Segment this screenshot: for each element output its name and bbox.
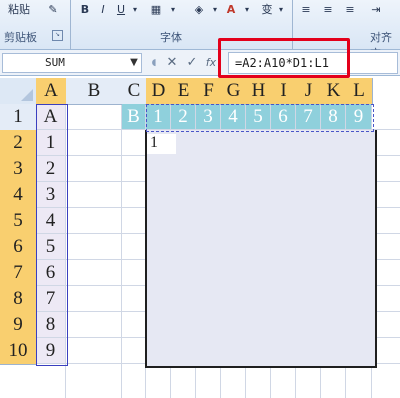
column-header-l[interactable]: L xyxy=(346,78,373,105)
column-header-f[interactable]: F xyxy=(196,78,222,105)
active-cell-d2[interactable]: 1 xyxy=(147,134,176,154)
cell-a7[interactable]: 6 xyxy=(36,260,65,285)
indent-icon[interactable]: ⇥ xyxy=(368,1,384,18)
align-right-icon[interactable]: ≡ xyxy=(342,1,358,18)
underline-dropdown-icon[interactable]: ▾ xyxy=(130,1,140,18)
bold-button[interactable]: B xyxy=(78,1,92,18)
row-header-4[interactable]: 4 xyxy=(0,182,37,209)
cell-a10[interactable]: 9 xyxy=(36,338,65,363)
column-header-d[interactable]: D xyxy=(146,78,172,105)
underline-button[interactable]: U xyxy=(114,1,128,18)
italic-button[interactable]: I xyxy=(96,1,110,18)
cell-c1[interactable]: B xyxy=(122,104,145,129)
fill-color-icon[interactable]: ◈ xyxy=(190,1,208,18)
row-header-8[interactable]: 8 xyxy=(0,286,37,313)
cancel-icon[interactable]: ✕ xyxy=(164,54,180,72)
row-header-3[interactable]: 3 xyxy=(0,156,37,183)
borders-dropdown-icon[interactable]: ▾ xyxy=(168,1,178,18)
name-box-dropdown-icon[interactable]: ▼ xyxy=(128,53,140,73)
cell-a5[interactable]: 4 xyxy=(36,208,65,233)
format-painter-icon[interactable]: ✎ xyxy=(44,1,62,18)
fill-dropdown-icon[interactable]: ▾ xyxy=(210,1,220,18)
cell-a1[interactable]: A xyxy=(36,104,65,129)
clipboard-group-label: 剪贴板 xyxy=(4,31,37,44)
enter-icon[interactable]: ✓ xyxy=(184,54,200,72)
font-color-icon[interactable]: A xyxy=(222,1,240,18)
row-header-1[interactable]: 1 xyxy=(0,104,37,131)
row-header-7[interactable]: 7 xyxy=(0,260,37,287)
cell-a9[interactable]: 8 xyxy=(36,312,65,337)
row-header-2[interactable]: 2 xyxy=(0,130,37,157)
row-header-10[interactable]: 10 xyxy=(0,338,37,365)
reference-border-d1-l1 xyxy=(146,104,374,132)
cell-a6[interactable]: 5 xyxy=(36,234,65,259)
column-header-h[interactable]: H xyxy=(246,78,272,105)
ribbon-divider xyxy=(70,0,71,50)
worksheet-grid[interactable]: A B C D E F G H I J K L 1 2 3 4 5 6 7 8 9 10 A B 1 2 3 4 5 6 7 8 9 1 2 3 4 5 6… xyxy=(0,78,400,398)
align-center-icon[interactable]: ≡ xyxy=(320,1,336,18)
column-header-k[interactable]: K xyxy=(321,78,347,105)
paste-button[interactable]: 粘贴 xyxy=(2,1,36,18)
gridline-vertical xyxy=(121,104,122,398)
cell-a8[interactable]: 7 xyxy=(36,286,65,311)
row-header-5[interactable]: 5 xyxy=(0,208,37,235)
clipboard-launcher-icon[interactable]: ↘ xyxy=(52,30,63,41)
column-header-i[interactable]: I xyxy=(271,78,297,105)
font-color-dropdown-icon[interactable]: ▾ xyxy=(242,1,252,18)
column-header-c[interactable]: C xyxy=(122,78,147,105)
font-group-label: 字体 xyxy=(160,31,182,44)
column-header-g[interactable]: G xyxy=(221,78,247,105)
align-left-icon[interactable]: ≡ xyxy=(298,1,314,18)
cell-a4[interactable]: 3 xyxy=(36,182,65,207)
formula-highlight-box xyxy=(218,38,350,78)
borders-icon[interactable]: ▦ xyxy=(148,1,164,18)
column-header-e[interactable]: E xyxy=(171,78,197,105)
alignment-group-label: 对齐方 xyxy=(370,31,392,60)
column-header-j[interactable]: J xyxy=(296,78,322,105)
formula-bar-grip-icon: ◖ xyxy=(151,58,157,68)
insert-function-icon[interactable]: fx xyxy=(203,54,219,72)
cell-a2[interactable]: 1 xyxy=(36,130,65,155)
selected-range[interactable] xyxy=(145,130,377,368)
name-box[interactable]: SUM xyxy=(2,53,142,73)
cell-a3[interactable]: 2 xyxy=(36,156,65,181)
column-header-b[interactable]: B xyxy=(66,78,123,105)
row-header-9[interactable]: 9 xyxy=(0,312,37,339)
gridline-vertical xyxy=(65,104,66,398)
phonetic-dropdown-icon[interactable]: ▾ xyxy=(276,1,286,18)
row-header-6[interactable]: 6 xyxy=(0,234,37,261)
column-header-a[interactable]: A xyxy=(36,78,67,105)
select-all-corner[interactable] xyxy=(0,78,37,105)
phonetic-button[interactable]: 变 xyxy=(258,1,276,18)
